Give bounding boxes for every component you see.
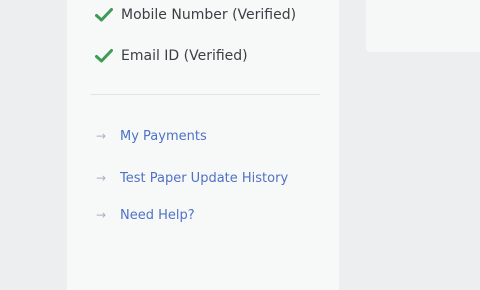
need-help-link[interactable]: Need Help? [120, 208, 195, 223]
mobile-verified-row: Mobile Number (Verified) [95, 4, 296, 26]
my-payments-link[interactable]: My Payments [120, 129, 207, 144]
arrow-right-icon: → [96, 208, 107, 222]
mobile-verified-label: Mobile Number (Verified) [121, 7, 297, 23]
email-verified-label: Email ID (Verified) [121, 48, 248, 64]
test-paper-update-history-link-row[interactable]: → Test Paper Update History [96, 168, 288, 188]
section-divider [90, 94, 320, 95]
check-icon [95, 8, 113, 22]
arrow-right-icon: → [96, 171, 107, 185]
side-card [366, 0, 480, 52]
arrow-right-icon: → [96, 129, 107, 143]
email-verified-row: Email ID (Verified) [95, 45, 248, 67]
my-payments-link-row[interactable]: → My Payments [96, 126, 207, 146]
test-paper-update-history-link[interactable]: Test Paper Update History [120, 171, 288, 186]
check-icon [95, 49, 113, 63]
need-help-link-row[interactable]: → Need Help? [96, 205, 195, 225]
